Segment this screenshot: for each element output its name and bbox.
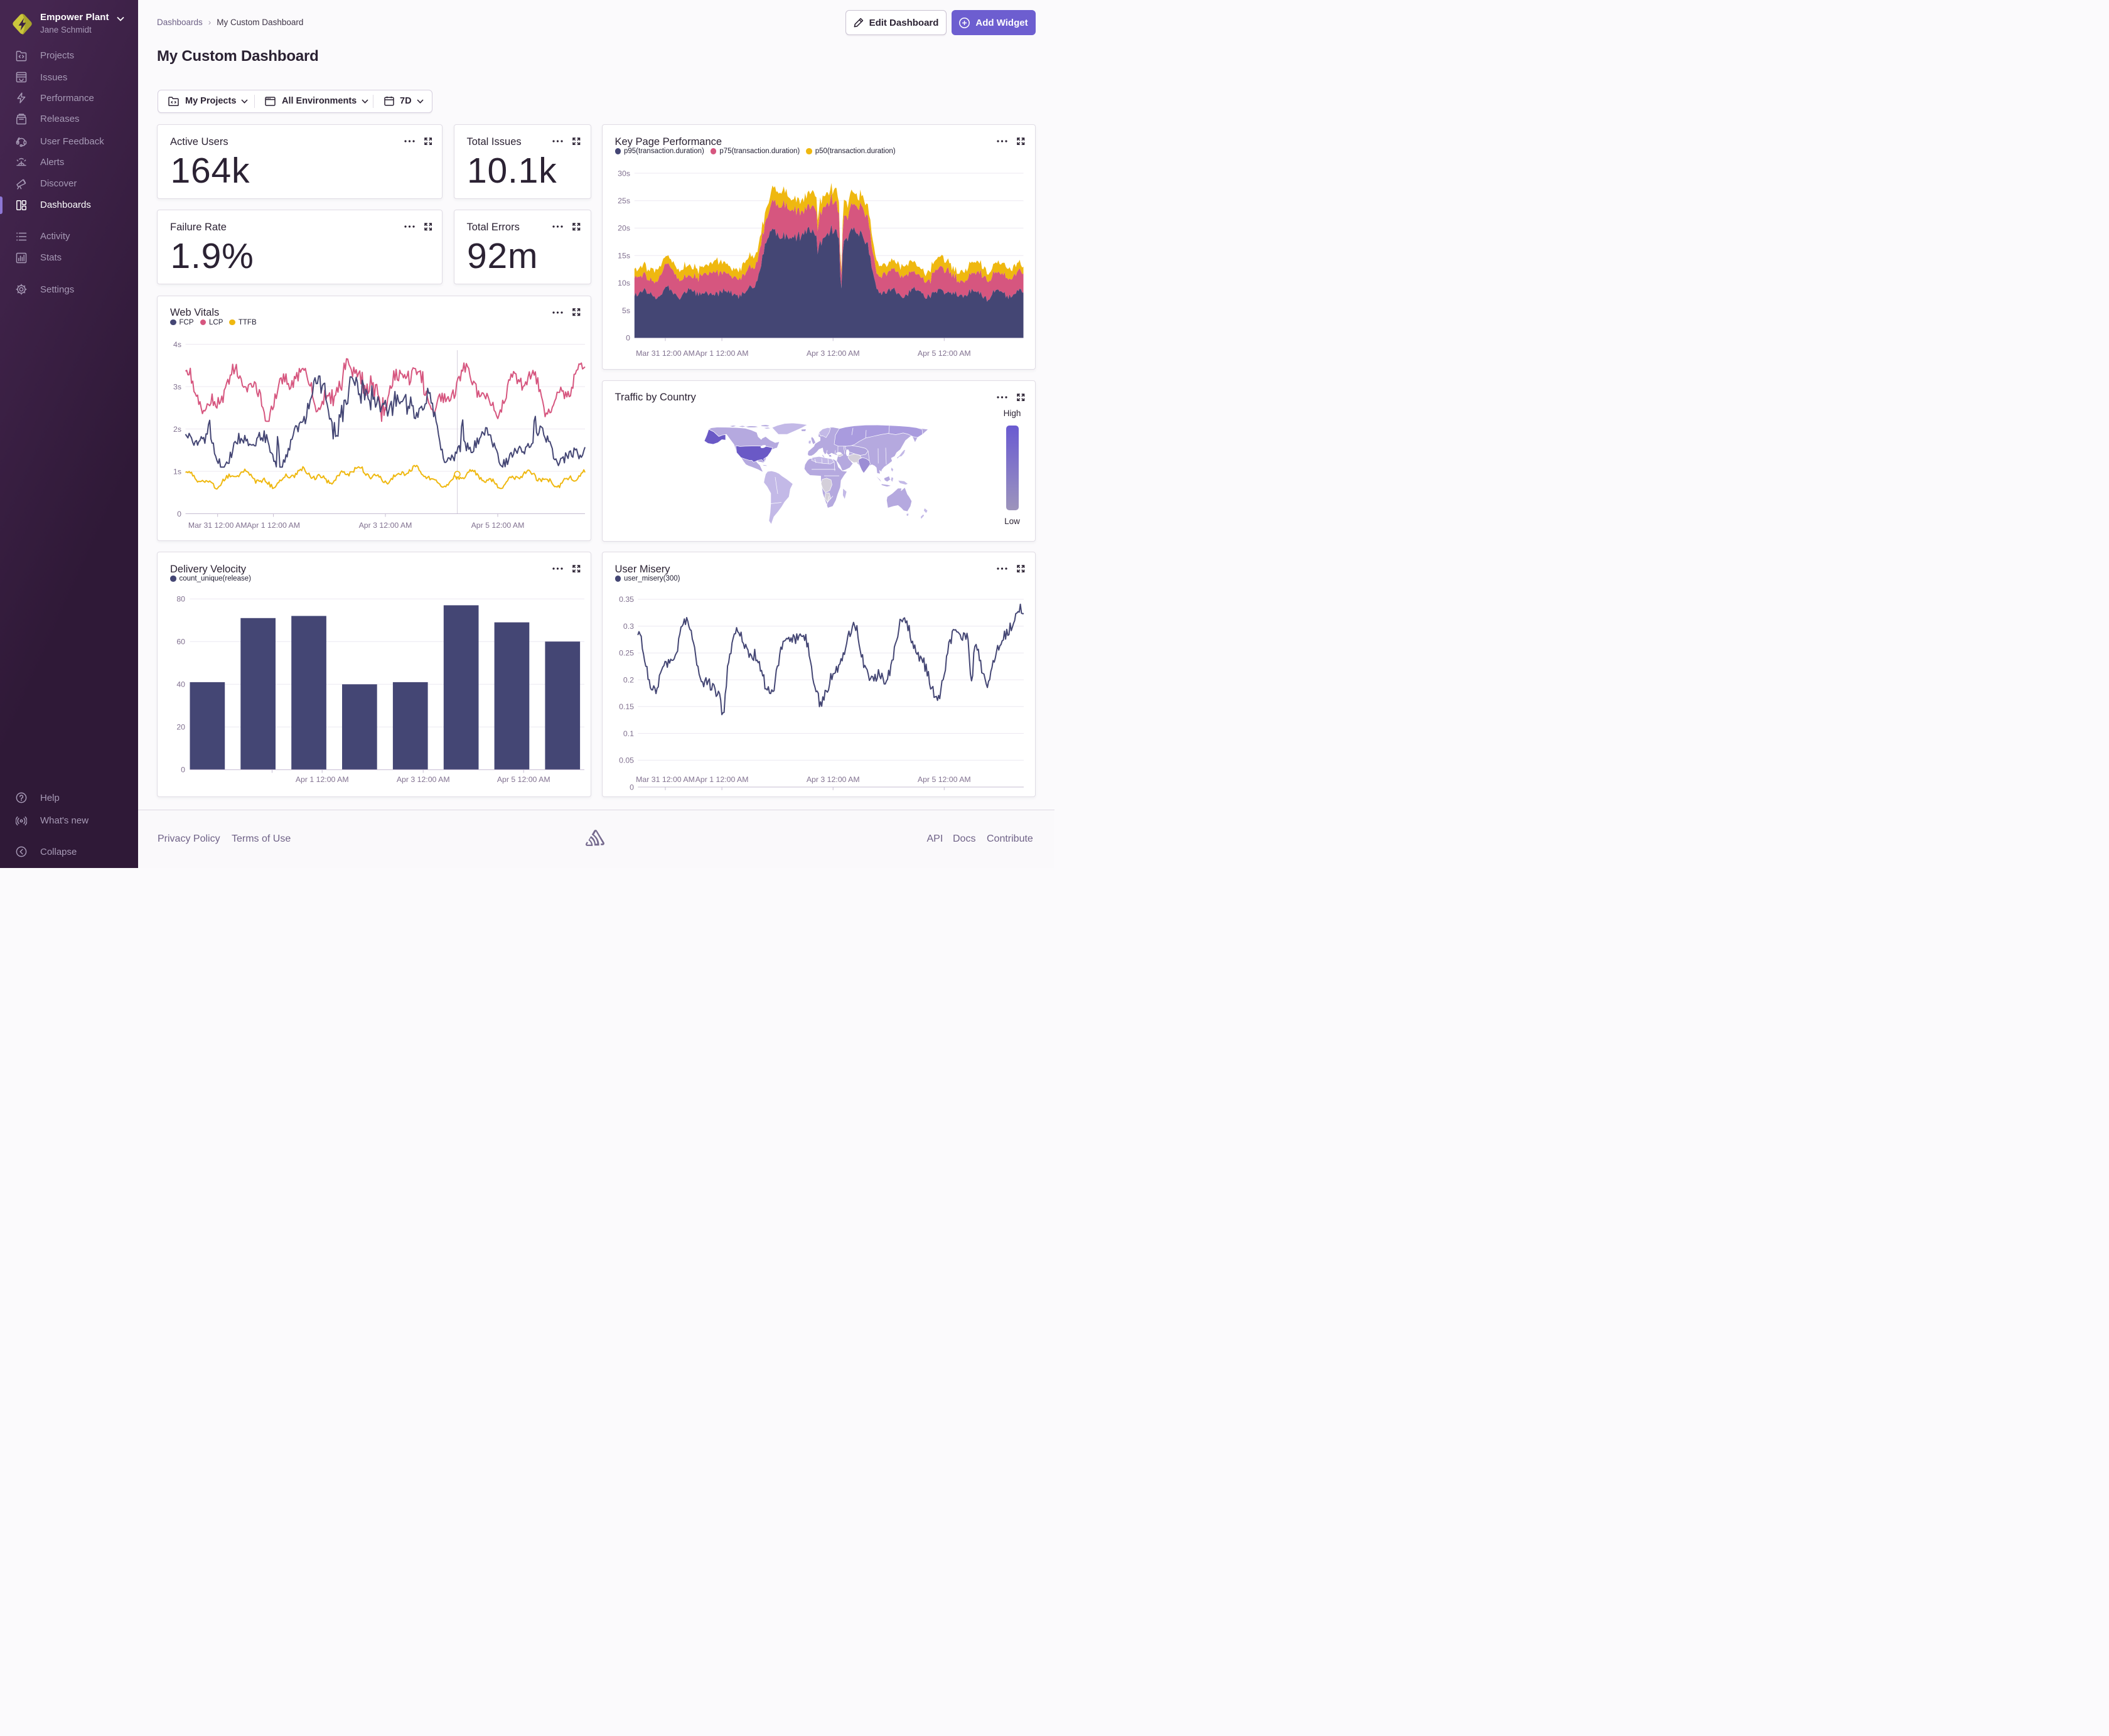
svg-text:2s: 2s (173, 424, 181, 433)
svg-text:Apr 5 12:00 AM: Apr 5 12:00 AM (497, 775, 550, 784)
svg-text:Apr 3 12:00 AM: Apr 3 12:00 AM (806, 349, 859, 358)
svg-text:80: 80 (176, 595, 185, 604)
svg-text:0: 0 (626, 334, 630, 343)
svg-text:0.3: 0.3 (623, 622, 633, 631)
svg-text:0: 0 (630, 783, 634, 791)
svg-text:Apr 3 12:00 AM: Apr 3 12:00 AM (806, 775, 859, 784)
svg-text:Mar 31 12:00 AM: Mar 31 12:00 AM (188, 521, 247, 530)
svg-text:25s: 25s (618, 196, 630, 205)
svg-text:Apr 1 12:00 AM: Apr 1 12:00 AM (247, 521, 300, 530)
svg-text:20s: 20s (618, 224, 630, 233)
svg-text:0.25: 0.25 (619, 649, 634, 658)
svg-text:30s: 30s (618, 169, 630, 178)
svg-text:Apr 5 12:00 AM: Apr 5 12:00 AM (917, 349, 970, 358)
svg-text:Mar 31 12:00 AM: Mar 31 12:00 AM (636, 349, 695, 358)
svg-text:60: 60 (176, 638, 185, 646)
svg-text:Apr 1 12:00 AM: Apr 1 12:00 AM (296, 775, 349, 784)
svg-text:Apr 5 12:00 AM: Apr 5 12:00 AM (917, 775, 970, 784)
svg-text:Mar 31 12:00 AM: Mar 31 12:00 AM (636, 775, 695, 784)
svg-text:10s: 10s (618, 279, 630, 287)
svg-text:20: 20 (176, 723, 185, 732)
svg-text:0: 0 (181, 766, 185, 774)
svg-text:Apr 5 12:00 AM: Apr 5 12:00 AM (471, 521, 525, 530)
svg-text:15s: 15s (618, 252, 630, 260)
svg-text:0: 0 (177, 509, 181, 518)
svg-text:Apr 3 12:00 AM: Apr 3 12:00 AM (397, 775, 450, 784)
svg-text:40: 40 (176, 680, 185, 689)
svg-text:4s: 4s (173, 340, 181, 348)
svg-text:Apr 1 12:00 AM: Apr 1 12:00 AM (695, 775, 748, 784)
svg-text:0.2: 0.2 (623, 675, 633, 684)
svg-text:3s: 3s (173, 382, 181, 391)
svg-text:0.15: 0.15 (619, 702, 634, 711)
svg-text:0.1: 0.1 (623, 729, 633, 738)
svg-text:Apr 1 12:00 AM: Apr 1 12:00 AM (695, 349, 748, 358)
svg-text:1s: 1s (173, 467, 181, 476)
svg-text:5s: 5s (622, 306, 630, 315)
svg-text:Apr 3 12:00 AM: Apr 3 12:00 AM (359, 521, 412, 530)
svg-text:0.35: 0.35 (619, 595, 634, 604)
svg-text:0.05: 0.05 (619, 756, 634, 765)
